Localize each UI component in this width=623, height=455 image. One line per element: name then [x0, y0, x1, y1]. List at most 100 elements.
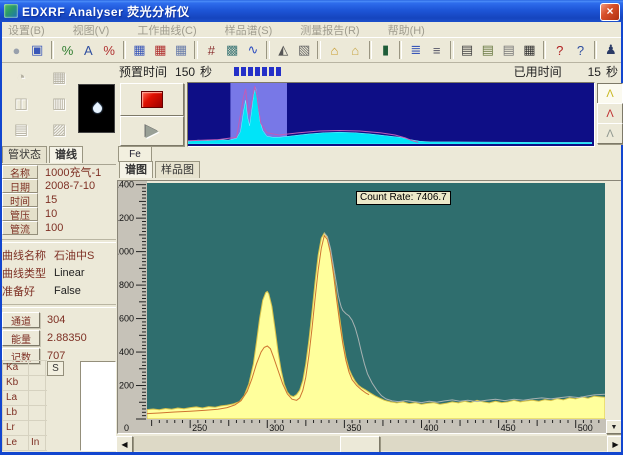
toolbar-separator [317, 41, 321, 59]
element-column-header[interactable]: S [47, 361, 64, 376]
progress-bar [234, 67, 283, 76]
line-label: Ka [3, 361, 29, 375]
field-label-button[interactable]: 能量 [2, 330, 40, 346]
line-table-row[interactable]: Ka [3, 361, 47, 376]
scroll-left-button[interactable]: ◀ [116, 436, 133, 453]
element-list[interactable] [80, 361, 116, 451]
overview-spectrum[interactable] [187, 82, 595, 147]
tab-chart-0[interactable]: 谱图 [119, 161, 153, 178]
doc-icon[interactable]: ▤ [2, 116, 40, 142]
context-help-icon[interactable]: ? [571, 39, 590, 62]
line-table-row[interactable]: LeIn [3, 436, 47, 451]
field-value: 2008-7-10 [45, 180, 95, 192]
percent-red-icon[interactable]: % [100, 39, 119, 62]
field-label-button[interactable]: 通道 [2, 312, 40, 328]
menu-item-3[interactable]: 样品谱(S) [225, 22, 273, 38]
home-save-icon[interactable]: ⌂ [325, 39, 344, 62]
line-sub-label [29, 406, 46, 420]
field-value: 304 [47, 314, 65, 326]
percent-green-icon[interactable]: % [58, 39, 77, 62]
grid-icon[interactable]: ▦ [40, 64, 78, 90]
sphere-icon[interactable]: ● [7, 39, 26, 62]
region-grid-icon[interactable]: ▩ [223, 39, 242, 62]
menu-item-2[interactable]: 工作曲线(C) [137, 22, 196, 38]
print-preview-icon[interactable]: ▤ [499, 39, 518, 62]
preset-time-value: 150 [175, 65, 195, 79]
scrollbar-thumb[interactable] [340, 436, 380, 453]
curve-chart-icon[interactable]: ∿ [244, 39, 263, 62]
field-label: 管流 [2, 221, 38, 235]
start-button[interactable]: ▶ [120, 116, 184, 146]
separator [0, 304, 116, 308]
menu-item-0[interactable]: 设置(B) [8, 22, 45, 38]
field-value: 100 [45, 222, 63, 234]
svg-text:1400: 1400 [118, 181, 134, 190]
help-book-icon[interactable]: ? [550, 39, 569, 62]
peak-triangle-icon[interactable]: ◭ [274, 39, 293, 62]
field-label: 名称 [2, 165, 38, 179]
hatch-icon[interactable]: ▨ [40, 116, 78, 142]
line-table-row[interactable]: Lr [3, 421, 47, 436]
tab-left-1[interactable]: 谱线 [49, 146, 83, 163]
toolbar: ●▣%A%▦▦▦#▩∿◭▧⌂⌂▮≣≡▤▤▤▦??♟ [2, 37, 621, 63]
progress-block [262, 67, 267, 76]
menu-item-4[interactable]: 测量报告(R) [300, 22, 359, 38]
table-new-icon[interactable]: ▦ [130, 39, 149, 62]
svg-text:450: 450 [501, 423, 516, 433]
progress-block [255, 67, 260, 76]
tab-element-fe[interactable]: Fe [118, 146, 152, 162]
peak-gray-button[interactable]: Λ [597, 123, 623, 144]
toolbar-separator [369, 41, 373, 59]
chart-tab-strip: 谱图样品图 [117, 161, 200, 180]
database-icon[interactable]: ▣ [28, 39, 47, 62]
field-label: 管压 [2, 207, 38, 221]
print-setup-icon[interactable]: ▤ [478, 39, 497, 62]
field-label: 曲线名称 [2, 247, 52, 263]
menu-item-5[interactable]: 帮助(H) [388, 22, 425, 38]
line-table-row[interactable]: Kb [3, 376, 47, 391]
list-blue-icon[interactable]: ≣ [406, 39, 425, 62]
peak-red-button[interactable]: Λ [597, 103, 623, 124]
title-bar[interactable]: EDXRF Analyser 荧光分析仪 × [0, 0, 623, 22]
calibrate-grid-icon[interactable]: # [202, 39, 221, 62]
parameter-panel: 名称1000充气-1日期2008-7-10时间15管压10管流100曲线名称石油… [0, 165, 116, 365]
table-delete-icon[interactable]: ▦ [151, 39, 170, 62]
window-border-left [0, 22, 2, 455]
log-book-icon[interactable]: ▮ [376, 39, 395, 62]
spectrum-plot: 2004006008001000120014002503003504004505… [118, 181, 621, 433]
chart-h-scrollbar[interactable]: ◀ ▶ [116, 436, 622, 451]
spectrum-chart-panel[interactable]: 2004006008001000120014002503003504004505… [117, 180, 622, 434]
field-value: 10 [45, 208, 57, 220]
font-scale-icon[interactable]: A [79, 39, 98, 62]
print-icon[interactable]: ▤ [458, 39, 477, 62]
calculator-icon[interactable]: ▦ [520, 39, 539, 62]
field-row: 通道 304 [2, 311, 114, 329]
tab-chart-1[interactable]: 样品图 [155, 161, 200, 178]
field-value: Linear [54, 267, 85, 279]
card-icon[interactable]: ◫ [2, 90, 40, 116]
line-table-row[interactable]: Lb [3, 406, 47, 421]
stop-button[interactable] [120, 83, 184, 116]
menu-item-1[interactable]: 视图(V) [73, 22, 110, 38]
close-button[interactable]: × [600, 3, 620, 21]
line-table-row[interactable]: La [3, 391, 47, 406]
table-edit-icon[interactable]: ▦ [172, 39, 191, 62]
home-load-icon[interactable]: ⌂ [346, 39, 365, 62]
tab-left-0[interactable]: 管状态 [2, 146, 47, 163]
field-value: 1000充气-1 [45, 164, 101, 180]
scroll-down-button[interactable]: ▼ [606, 420, 622, 434]
rows-icon[interactable]: ▥ [40, 90, 78, 116]
line-sub-label: In [29, 436, 46, 450]
list-gray-icon[interactable]: ≡ [427, 39, 446, 62]
export-box-icon[interactable]: ▧ [295, 39, 314, 62]
peak-yellow-button[interactable]: Λ [597, 83, 623, 104]
field-label: 时间 [2, 193, 38, 207]
timer-icon[interactable]: ◔ [2, 64, 40, 90]
svg-text:600: 600 [119, 314, 134, 324]
exit-person-icon[interactable]: ♟ [601, 39, 620, 62]
line-label: La [3, 391, 29, 405]
svg-text:500: 500 [578, 423, 593, 433]
line-label: Lb [3, 406, 29, 420]
svg-text:400: 400 [423, 423, 438, 433]
progress-block [276, 67, 281, 76]
